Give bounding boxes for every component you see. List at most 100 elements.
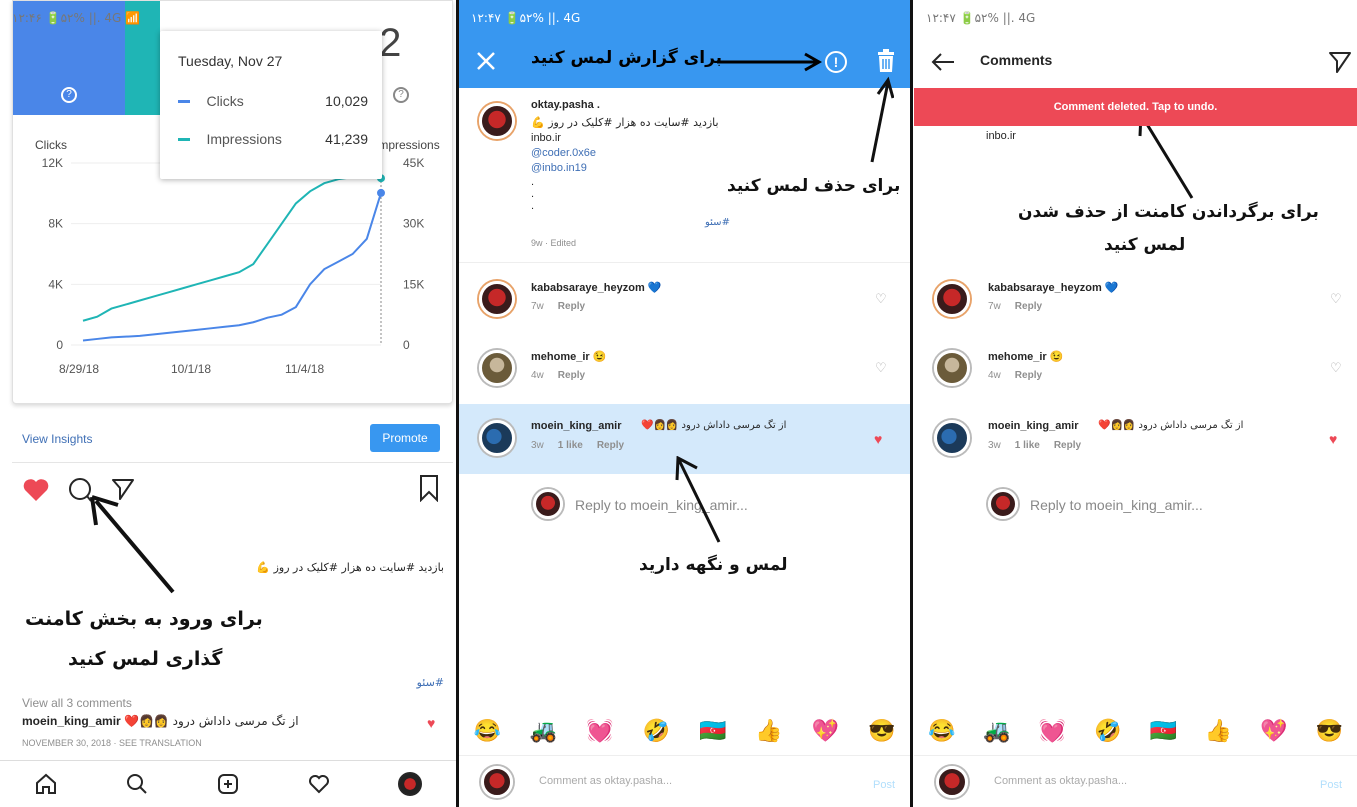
promote-button[interactable]: Promote bbox=[370, 424, 440, 452]
reply-button[interactable]: Reply bbox=[1015, 370, 1042, 381]
y-axis-label-right: Impressions bbox=[375, 138, 440, 152]
comment-input[interactable]: Comment as oktay.pasha... bbox=[994, 775, 1127, 787]
avatar[interactable] bbox=[479, 350, 515, 386]
y-tick-label: 45K bbox=[403, 156, 424, 170]
reply-button[interactable]: Reply bbox=[558, 301, 585, 312]
emoji-button[interactable]: 🇦🇿 bbox=[1149, 718, 1176, 744]
comment-like-icon[interactable]: ♥ bbox=[874, 432, 882, 446]
annotation-text: برای ورود به بخش کامنت bbox=[25, 608, 263, 630]
report-icon[interactable]: ! bbox=[825, 51, 847, 73]
share-icon[interactable] bbox=[1328, 50, 1352, 74]
post-username[interactable]: oktay.pasha . bbox=[531, 99, 600, 111]
undo-banner-text: Comment deleted. Tap to undo. bbox=[1053, 101, 1218, 113]
hashtag-link[interactable]: #سئو bbox=[705, 217, 730, 228]
likes-count[interactable]: 1 like bbox=[558, 440, 583, 451]
caption-line: inbo.ir bbox=[531, 132, 561, 144]
add-post-icon[interactable] bbox=[216, 772, 240, 796]
insights-card: ? .2 ? Clicks Impressions 12K 45K 8K 30K 4K 15K… bbox=[12, 0, 453, 404]
reply-button[interactable]: Reply bbox=[1015, 301, 1042, 312]
y-tick-label: 0 bbox=[56, 338, 63, 352]
close-icon[interactable] bbox=[475, 50, 497, 72]
avatar[interactable] bbox=[934, 420, 970, 456]
profile-avatar[interactable] bbox=[398, 772, 423, 796]
reply-button[interactable]: Reply bbox=[597, 440, 624, 451]
emoji-button[interactable]: 💖 bbox=[1260, 718, 1287, 744]
comment-text: از تگ مرسی داداش درود 👩‍👩❤️ bbox=[1098, 420, 1244, 431]
emoji-button[interactable]: 💖 bbox=[812, 718, 839, 744]
emoji-button[interactable]: 🚜 bbox=[983, 718, 1010, 744]
emoji-button[interactable]: 😂 bbox=[473, 718, 500, 744]
comment-like-icon[interactable]: ♡ bbox=[1330, 292, 1343, 305]
comment-like-icon[interactable]: ♡ bbox=[875, 361, 888, 374]
comment-username[interactable]: mehome_ir 😉 bbox=[531, 350, 606, 363]
annotation-text: لمس و نگهه دارید bbox=[639, 555, 788, 575]
comment-meta: 3w 1 like Reply bbox=[988, 440, 1082, 451]
back-arrow-icon[interactable] bbox=[930, 52, 956, 72]
help-icon[interactable]: ? bbox=[61, 87, 77, 103]
emoji-button[interactable]: 🤣 bbox=[1094, 718, 1121, 744]
emoji-button[interactable]: 🚜 bbox=[530, 718, 557, 744]
reply-button[interactable]: Reply bbox=[1054, 440, 1081, 451]
search-icon[interactable] bbox=[125, 772, 149, 796]
emoji-button[interactable]: 🤣 bbox=[643, 718, 670, 744]
tooltip-label: Impressions bbox=[206, 131, 282, 147]
post-meta: 9w · Edited bbox=[531, 238, 577, 248]
hashtag-link[interactable]: #سئو bbox=[417, 676, 444, 689]
emoji-button[interactable]: 💓 bbox=[1039, 718, 1066, 744]
comment-like-icon[interactable]: ♡ bbox=[1330, 361, 1343, 374]
emoji-button[interactable]: 👍 bbox=[755, 718, 782, 744]
emoji-button[interactable]: 😎 bbox=[1316, 718, 1343, 744]
emoji-button[interactable]: 👍 bbox=[1205, 718, 1232, 744]
x-tick-label: 11/4/18 bbox=[285, 362, 324, 376]
emoji-button[interactable]: 🇦🇿 bbox=[699, 718, 726, 744]
view-all-comments-link[interactable]: View all 3 comments bbox=[22, 696, 132, 710]
y-tick-label: 8K bbox=[48, 217, 63, 231]
likes-count[interactable]: 1 like bbox=[1015, 440, 1040, 451]
comment-like-icon[interactable]: ♡ bbox=[875, 292, 888, 305]
reply-button[interactable]: Reply bbox=[558, 370, 585, 381]
emoji-button[interactable]: 💓 bbox=[586, 718, 613, 744]
x-tick-label: 10/1/18 bbox=[171, 362, 211, 376]
like-heart-icon[interactable] bbox=[22, 477, 50, 503]
delete-trash-icon[interactable] bbox=[875, 48, 897, 74]
comment-username[interactable]: moein_king_amir bbox=[531, 420, 621, 432]
avatar[interactable] bbox=[479, 281, 515, 317]
reply-input[interactable]: Reply to moein_king_amir... bbox=[1030, 497, 1203, 513]
comment-like-icon[interactable]: ♥ bbox=[427, 716, 435, 730]
comment-username[interactable]: kababsaraye_heyzom 💙 bbox=[988, 281, 1119, 294]
caption-fragment: inbo.ir bbox=[986, 130, 1016, 142]
bottom-nav bbox=[0, 760, 456, 807]
emoji-button[interactable]: 😂 bbox=[928, 718, 955, 744]
comment-input[interactable]: Comment as oktay.pasha... bbox=[539, 775, 672, 787]
comment-username[interactable]: moein_king_amir bbox=[22, 714, 121, 728]
mention-link[interactable]: @coder.0x6e bbox=[531, 147, 596, 159]
mention-link[interactable]: @inbo.in19 bbox=[531, 162, 587, 174]
activity-heart-icon[interactable] bbox=[307, 772, 331, 796]
comment-meta: 7w Reply bbox=[988, 301, 1043, 312]
emoji-button[interactable]: 😎 bbox=[868, 718, 895, 744]
bookmark-icon[interactable] bbox=[418, 474, 440, 502]
undo-banner[interactable]: Comment deleted. Tap to undo. bbox=[914, 88, 1357, 126]
post-date: NOVEMBER 30, 2018 · SEE TRANSLATION bbox=[22, 738, 202, 748]
y-tick-label: 30K bbox=[403, 217, 424, 231]
help-icon[interactable]: ? bbox=[393, 87, 409, 103]
series-line-clicks bbox=[82, 192, 382, 342]
post-button[interactable]: Post bbox=[873, 779, 895, 791]
avatar[interactable] bbox=[934, 281, 970, 317]
annotation-text: برای حذف لمس کنید bbox=[727, 176, 901, 196]
comment-username[interactable]: kababsaraye_heyzom 💙 bbox=[531, 281, 662, 294]
comment-username[interactable]: moein_king_amir bbox=[988, 420, 1078, 432]
avatar[interactable] bbox=[479, 420, 515, 456]
avatar[interactable] bbox=[934, 350, 970, 386]
comment-text: از تگ مرسی داداش درود 👩‍👩❤️ bbox=[641, 420, 787, 431]
annotation-arrow bbox=[717, 52, 823, 72]
home-icon[interactable] bbox=[34, 772, 58, 796]
comment-like-icon[interactable]: ♥ bbox=[1329, 432, 1337, 446]
post-button[interactable]: Post bbox=[1320, 779, 1342, 791]
comment-username[interactable]: mehome_ir 😉 bbox=[988, 350, 1063, 363]
clicks-legend-swatch bbox=[178, 100, 190, 104]
divider bbox=[459, 262, 910, 263]
view-insights-link[interactable]: View Insights bbox=[22, 432, 92, 446]
tooltip-row-clicks: Clicks 10,029 bbox=[178, 93, 368, 111]
avatar[interactable] bbox=[479, 103, 515, 139]
